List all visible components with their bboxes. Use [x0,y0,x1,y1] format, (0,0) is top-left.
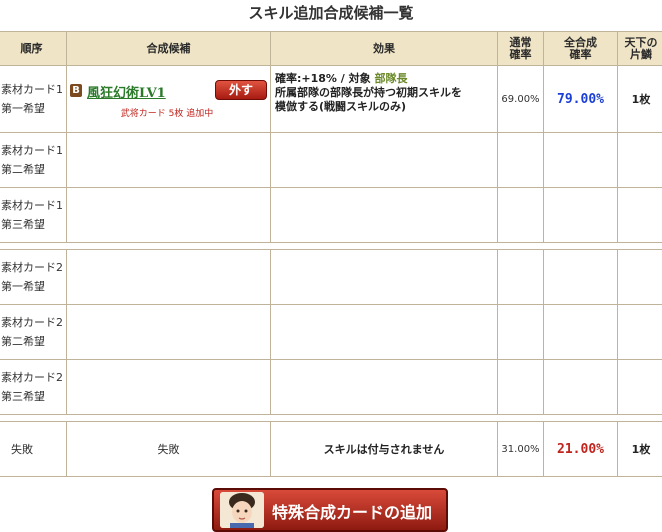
order-line2: 第一希望 [1,280,45,293]
effect-cell [271,360,498,415]
candidate-cell: B 風狂幻術LV1 外す 武将カード 5枚 追加中 [67,66,271,133]
normal-rate-cell [498,133,544,188]
added-card-status: 武将カード 5枚 追加中 [67,106,267,119]
order-line1: 素材カード1 [1,83,63,96]
order-line1: 素材カード2 [1,371,63,384]
order-line1: 素材カード1 [1,144,63,157]
header-order: 順序 [0,32,67,66]
header-total-rate: 全合成確率 [544,32,618,66]
row-spacer [0,415,662,422]
header-normal-rate: 通常確率 [498,32,544,66]
order-line1: 素材カード2 [1,261,63,274]
effect-desc-line1: 所属部隊の部隊長が持つ初期スキルを [275,86,462,99]
candidate-cell [67,188,271,243]
order-line2: 第一希望 [1,102,45,115]
total-rate-cell [544,133,618,188]
rank-badge: B [70,84,82,97]
normal-rate-cell [498,188,544,243]
page-title: スキル追加合成候補一覧 [0,2,662,23]
order-line1: 素材カード1 [1,199,63,212]
pieces-cell: 1枚 [618,66,662,133]
order-cell: 素材カード2 第二希望 [0,305,67,360]
order-line2: 第三希望 [1,390,45,403]
table-header-row: 順序 合成候補 効果 通常確率 全合成確率 天下の片鱗 [0,32,662,66]
order-line2: 第二希望 [1,163,45,176]
total-rate-cell: 79.00% [544,66,618,133]
skill-name-link[interactable]: 風狂幻術LV1 [87,82,166,101]
pieces-cell [618,133,662,188]
header-candidate: 合成候補 [67,32,271,66]
effect-cell [271,250,498,305]
total-rate-cell [544,188,618,243]
fail-order-cell: 失敗 [0,422,67,477]
table-row: 素材カード2 第一希望 [0,250,662,305]
candidate-cell [67,133,271,188]
pieces-cell [618,360,662,415]
order-line2: 第二希望 [1,335,45,348]
effect-desc-line2: 模倣する(戦闘スキルのみ) [275,100,406,113]
total-rate-cell [544,250,618,305]
normal-rate-cell [498,360,544,415]
fail-effect-cell: スキルは付与されません [271,422,498,477]
table-row: 素材カード1 第二希望 [0,133,662,188]
normal-rate-cell: 69.00% [498,66,544,133]
order-line2: 第三希望 [1,218,45,231]
pieces-cell [618,250,662,305]
total-rate-cell [544,305,618,360]
effect-target: 部隊長 [374,72,407,85]
header-pieces-line2: 片鱗 [630,48,652,61]
candidate-cell [67,250,271,305]
remove-button[interactable]: 外す [215,80,267,100]
effect-cell [271,305,498,360]
row-spacer [0,243,662,250]
candidate-cell [67,360,271,415]
add-special-card-button[interactable]: 特殊合成カードの追加 [212,488,448,532]
effect-cell: 確率:+18% / 対象 部隊長 所属部隊の部隊長が持つ初期スキルを 模倣する(… [271,66,498,133]
effect-rate-text: 確率:+18% / 対象 [275,72,374,85]
table-row: 素材カード1 第三希望 [0,188,662,243]
total-rate-cell [544,360,618,415]
table-row: 素材カード2 第三希望 [0,360,662,415]
pieces-cell [618,188,662,243]
add-special-card-label: 特殊合成カードの追加 [272,499,432,523]
fail-pieces-cell: 1枚 [618,422,662,477]
fail-normal-rate-cell: 31.00% [498,422,544,477]
synthesis-candidate-table: 順序 合成候補 効果 通常確率 全合成確率 天下の片鱗 素材カード1 第一希望 B… [0,31,662,477]
effect-cell [271,133,498,188]
candidate-cell [67,305,271,360]
order-line1: 素材カード2 [1,316,63,329]
spacer-cell [0,415,662,422]
effect-cell [271,188,498,243]
fail-candidate-cell: 失敗 [67,422,271,477]
spacer-cell [0,243,662,250]
fail-row: 失敗 失敗 スキルは付与されません 31.00% 21.00% 1枚 [0,422,662,477]
header-total-rate-line2: 確率 [570,48,592,61]
fail-total-rate-cell: 21.00% [544,422,618,477]
header-normal-rate-line2: 確率 [510,48,532,61]
table-row: 素材カード2 第二希望 [0,305,662,360]
order-cell: 素材カード2 第三希望 [0,360,67,415]
normal-rate-cell [498,250,544,305]
order-cell: 素材カード1 第一希望 [0,66,67,133]
pieces-cell [618,305,662,360]
order-cell: 素材カード1 第二希望 [0,133,67,188]
normal-rate-cell [498,305,544,360]
order-cell: 素材カード1 第三希望 [0,188,67,243]
order-cell: 素材カード2 第一希望 [0,250,67,305]
table-row: 素材カード1 第一希望 B 風狂幻術LV1 外す 武将カード 5枚 追加中 確率:… [0,66,662,133]
header-pieces: 天下の片鱗 [618,32,662,66]
header-effect: 効果 [271,32,498,66]
